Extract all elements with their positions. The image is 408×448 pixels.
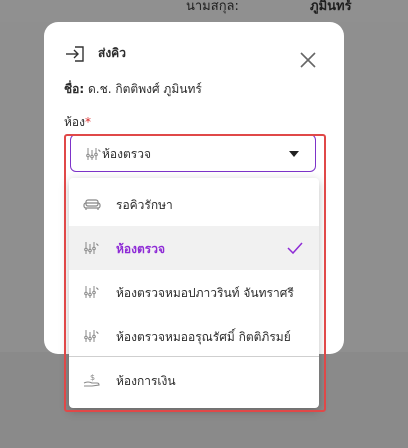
room-label: ห้อง xyxy=(64,115,85,129)
option-exam-room-dr-paphawarin[interactable]: ห้องตรวจหมอปภาวรินท์ จันทราศรี xyxy=(69,270,319,314)
option-exam-room-dr-arunrat[interactable]: ห้องตรวจหมออรุณรัศมิ์ กิตติภิรมย์ xyxy=(69,314,319,358)
close-icon[interactable] xyxy=(298,50,318,70)
patient-name: ด.ช. กิตติพงศ์ ภูมินทร์ xyxy=(87,82,202,96)
login-arrow-icon xyxy=(64,44,86,64)
required-mark: * xyxy=(84,115,91,129)
background-value: ภูมินทร์ xyxy=(310,0,352,14)
stethoscope-icon xyxy=(83,284,101,300)
room-dropdown-menu: รอคิวรักษา ห้องตรวจ ห้องตรวจหมอปภาวรินท์… xyxy=(69,178,319,408)
svg-text:$: $ xyxy=(90,373,95,382)
option-exam-room[interactable]: ห้องตรวจ xyxy=(69,226,319,270)
background-page: นามสกุล: ภูมินทร์ xyxy=(0,0,408,22)
stethoscope-icon xyxy=(86,146,102,162)
option-waiting-treatment[interactable]: รอคิวรักษา xyxy=(69,182,319,226)
patient-name-line: ชื่อ: ด.ช. กิตติพงศ์ ภูมินทร์ xyxy=(64,80,202,99)
chevron-down-icon[interactable] xyxy=(289,151,299,157)
modal-title: ส่งคิว xyxy=(98,46,126,60)
divider xyxy=(69,356,319,357)
option-label: ห้องตรวจหมอปภาวรินท์ จันทราศรี xyxy=(116,286,294,300)
room-select[interactable]: ห้องตรวจ xyxy=(70,134,316,172)
stethoscope-icon xyxy=(83,240,101,256)
patient-label: ชื่อ: xyxy=(64,82,85,96)
option-label: ห้องการเงิน xyxy=(116,374,176,388)
background-label: นามสกุล: xyxy=(186,0,239,14)
option-label: ห้องตรวจ xyxy=(116,242,165,256)
checkmark-icon xyxy=(287,240,303,255)
option-label: รอคิวรักษา xyxy=(116,198,173,212)
money-hand-icon: $ xyxy=(83,372,101,388)
stethoscope-icon xyxy=(83,328,101,344)
room-field-label: ห้อง* xyxy=(64,113,91,132)
room-select-value: ห้องตรวจ xyxy=(102,147,151,161)
sofa-icon xyxy=(83,196,101,212)
option-finance-room[interactable]: $ ห้องการเงิน xyxy=(69,358,319,402)
option-label: ห้องตรวจหมออรุณรัศมิ์ กิตติภิรมย์ xyxy=(116,330,291,344)
